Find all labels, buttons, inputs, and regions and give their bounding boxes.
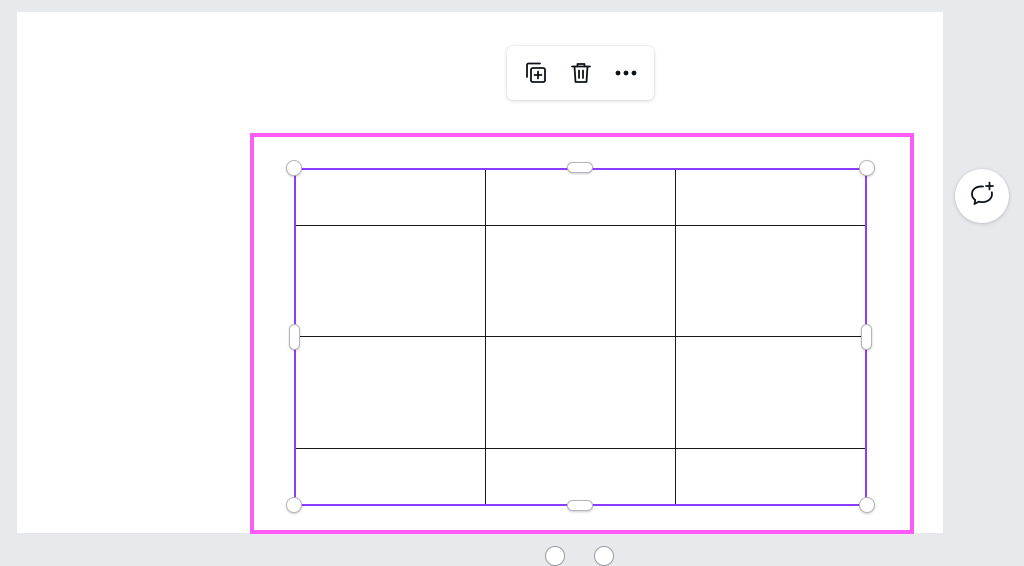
duplicate-button[interactable] (518, 55, 554, 91)
table-row (296, 447, 865, 504)
table-cell[interactable] (296, 170, 487, 227)
table-cell[interactable] (296, 336, 487, 449)
table-row (296, 336, 865, 449)
resize-handle-right[interactable] (861, 324, 872, 350)
table-row (296, 225, 865, 338)
table-row (296, 170, 865, 227)
add-comment-button[interactable] (955, 169, 1009, 223)
resize-handle-left[interactable] (289, 324, 300, 350)
resize-handle-bottom[interactable] (567, 500, 593, 511)
trash-icon (568, 60, 594, 86)
table-cell[interactable] (485, 170, 676, 227)
table-cell[interactable] (296, 225, 487, 338)
floating-toolbar (507, 46, 654, 100)
table-cell[interactable] (674, 447, 865, 504)
table-cell[interactable] (296, 447, 487, 504)
more-horizontal-icon (613, 60, 639, 86)
resize-handle-top-right[interactable] (859, 160, 875, 176)
page-control[interactable] (594, 546, 614, 566)
delete-button[interactable] (563, 55, 599, 91)
duplicate-icon (523, 60, 549, 86)
add-comment-icon (967, 179, 997, 214)
table-cell[interactable] (485, 336, 676, 449)
more-options-button[interactable] (608, 55, 644, 91)
resize-handle-bottom-left[interactable] (286, 497, 302, 513)
table-cell[interactable] (485, 225, 676, 338)
table-element[interactable] (294, 168, 867, 506)
table-grid[interactable] (296, 170, 865, 504)
page-control[interactable] (545, 546, 565, 566)
table-cell[interactable] (674, 170, 865, 227)
table-cell[interactable] (674, 336, 865, 449)
table-cell[interactable] (485, 447, 676, 504)
table-cell[interactable] (674, 225, 865, 338)
resize-handle-bottom-right[interactable] (859, 497, 875, 513)
resize-handle-top-left[interactable] (286, 160, 302, 176)
resize-handle-top[interactable] (567, 162, 593, 173)
